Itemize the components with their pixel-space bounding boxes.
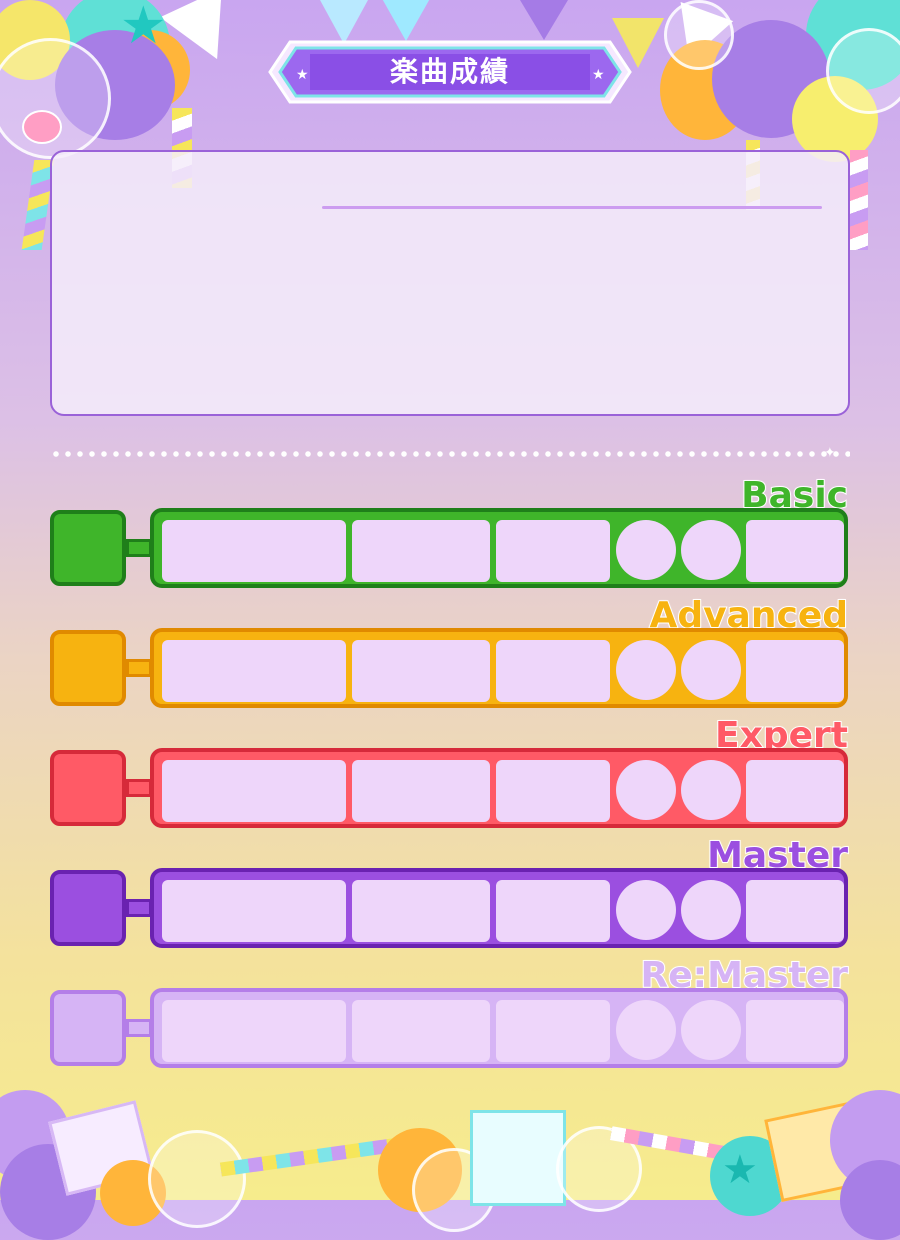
badge-slot-circle [616,640,676,700]
difficulty-connector [126,659,152,677]
difficulty-badge-slot [50,510,126,586]
difficulty-connector [126,539,152,557]
star-icon: ★ [722,1147,758,1193]
difficulty-badge-slot [50,870,126,946]
bubble-icon [664,0,734,70]
badge-slot-circle [616,760,676,820]
score-cell [496,760,610,822]
badge-slot-circle [681,760,741,820]
score-cell [162,520,346,582]
badge-slot-circle [616,880,676,940]
bubble-icon [148,1130,246,1228]
star-icon: ★ [120,0,167,56]
badge-slot-circle [616,1000,676,1060]
score-cell [162,880,346,942]
score-cell [746,640,844,702]
info-divider-line [322,206,822,209]
score-cell [352,640,490,702]
sparkle-icon: ✦ [824,445,836,461]
score-cell [352,760,490,822]
badge-slot-circle [681,520,741,580]
difficulty-connector [126,779,152,797]
score-cell [162,760,346,822]
score-cell [746,880,844,942]
song-info-panel [50,150,850,416]
ribbon-icon [219,1137,401,1177]
score-cell [746,520,844,582]
score-cell [162,640,346,702]
bubble-icon [0,38,111,159]
pennant-flag-icon [380,0,432,41]
difficulty-connector [126,899,152,917]
dotted-separator [50,450,850,458]
score-cell [496,1000,610,1062]
snail-mascot-icon [22,110,62,144]
ribbon-icon [850,150,868,250]
difficulty-badge-slot [50,990,126,1066]
difficulty-score-bar [150,868,848,948]
pennant-flag-icon [520,0,568,40]
badge-slot-circle [681,1000,741,1060]
difficulty-badge-slot [50,750,126,826]
gift-box-icon [470,1110,566,1206]
badge-slot-circle [681,880,741,940]
difficulty-score-bar [150,988,848,1068]
title-banner: ★ ★ 楽曲成績 [268,40,632,104]
difficulty-badge-slot [50,630,126,706]
badge-slot-circle [681,640,741,700]
score-cell [352,1000,490,1062]
score-cell [496,520,610,582]
page-title: 楽曲成績 [389,55,510,88]
badge-slot-circle [616,520,676,580]
score-cell [162,1000,346,1062]
difficulty-score-bar [150,628,848,708]
difficulty-score-bar [150,748,848,828]
pennant-flag-icon [320,0,368,44]
score-cell [352,880,490,942]
score-cell [352,520,490,582]
difficulty-score-bar [150,508,848,588]
score-cell [746,1000,844,1062]
difficulty-connector [126,1019,152,1037]
score-cell [746,760,844,822]
score-cell [496,880,610,942]
score-cell [496,640,610,702]
